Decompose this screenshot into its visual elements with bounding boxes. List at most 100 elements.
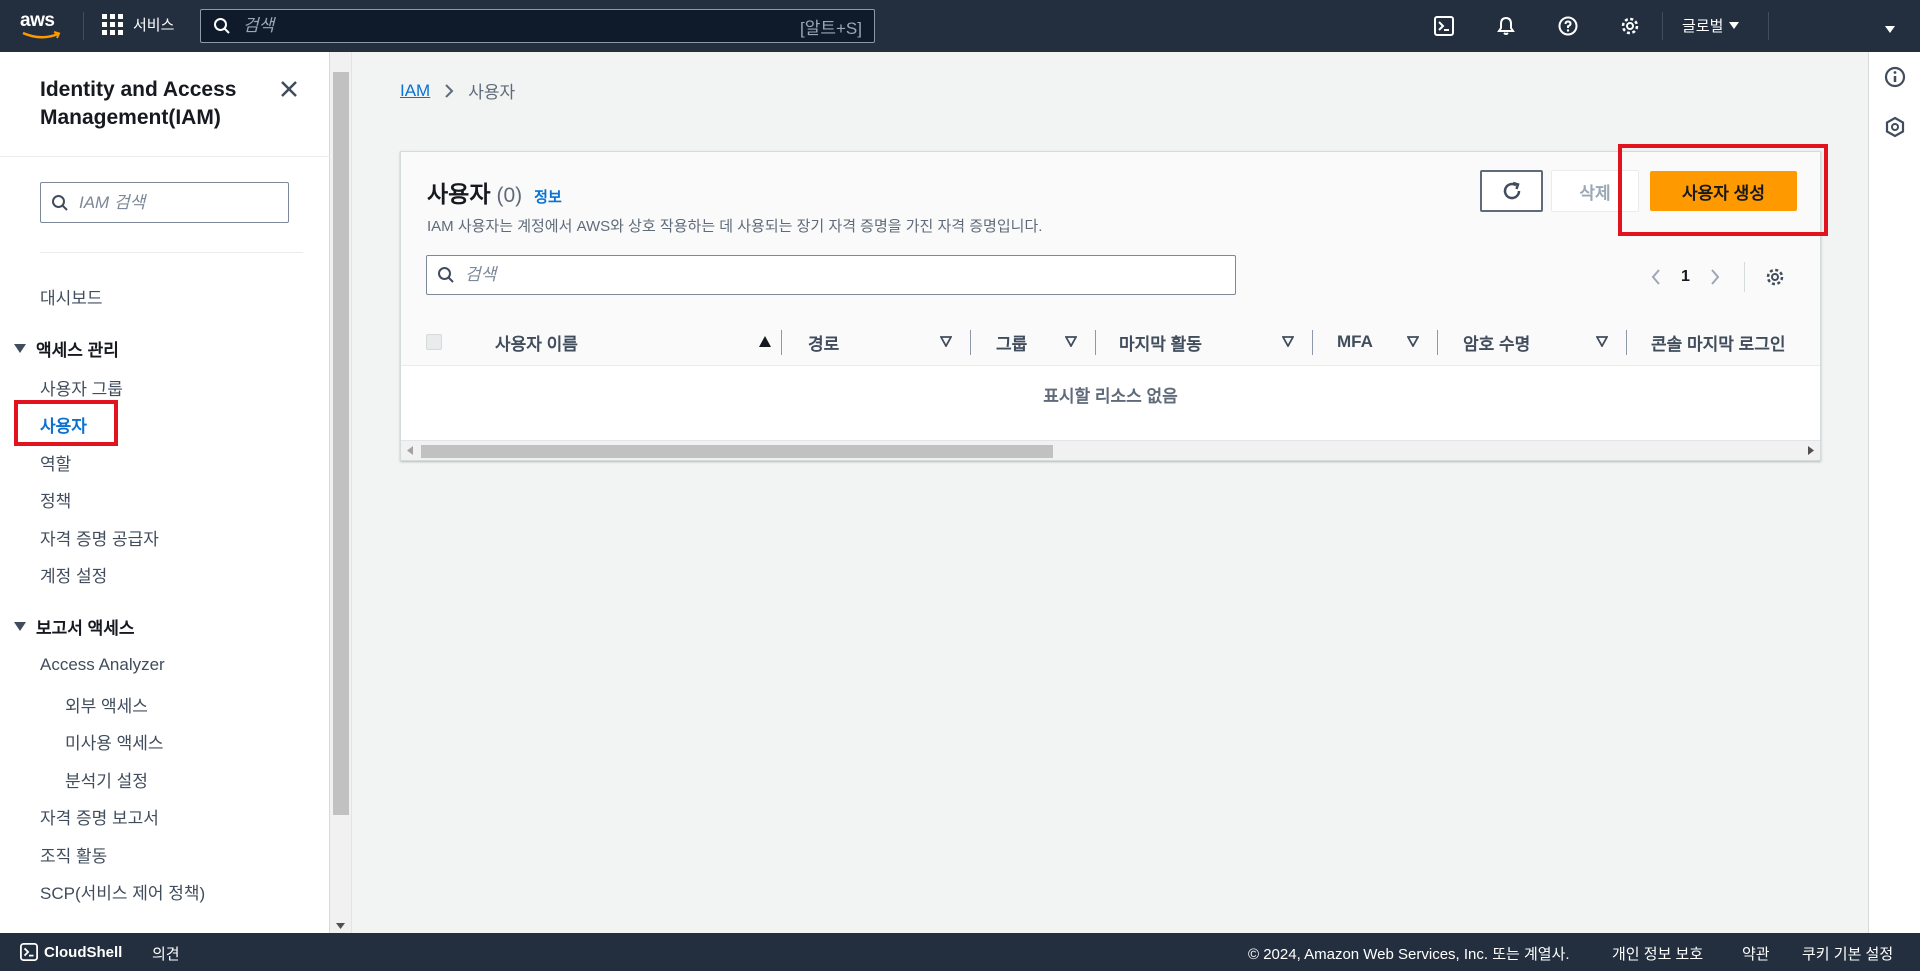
chevron-right-icon: [445, 83, 454, 98]
table-horizontal-scrollbar[interactable]: [401, 440, 1820, 460]
create-user-button[interactable]: 사용자 생성: [1650, 171, 1797, 211]
delete-button[interactable]: 삭제: [1551, 170, 1639, 212]
info-icon[interactable]: [1884, 66, 1906, 88]
grid-icon: [102, 14, 123, 35]
breadcrumb: IAM 사용자: [400, 78, 515, 103]
help-icon[interactable]: [1556, 14, 1580, 38]
sort-icon: [940, 336, 952, 347]
column-mfa[interactable]: MFA: [1313, 318, 1437, 366]
section-access-management[interactable]: 액세스 관리: [14, 336, 119, 361]
chevron-left-icon[interactable]: [1651, 268, 1661, 286]
scrollbar-thumb[interactable]: [421, 445, 1053, 458]
panel-description: IAM 사용자는 계정에서 AWS와 상호 작용하는 데 사용되는 장기 자격 …: [427, 218, 1043, 235]
sidebar-item-policies[interactable]: 정책: [40, 487, 71, 512]
info-link[interactable]: 정보: [534, 186, 562, 207]
cloudshell-icon[interactable]: [1432, 14, 1456, 38]
column-user-name[interactable]: 사용자 이름: [469, 318, 789, 366]
sort-icon: [1282, 336, 1294, 347]
users-search-input[interactable]: [455, 265, 1155, 285]
column-groups[interactable]: 그룹: [971, 318, 1095, 366]
page-title: 사용자 (0) 정보: [427, 181, 562, 207]
side-navigation: Identity and Access Management(IAM) 대시보드…: [0, 52, 330, 933]
sidebar-item-credential-report[interactable]: 자격 증명 보고서: [40, 804, 159, 829]
nav-divider: [83, 12, 84, 40]
sidebar-title[interactable]: Identity and Access Management(IAM): [40, 76, 236, 132]
scrollbar-thumb[interactable]: [333, 72, 349, 815]
bell-icon[interactable]: [1494, 14, 1518, 38]
services-menu-button[interactable]: 서비스: [102, 14, 174, 35]
sidebar-item-users[interactable]: 사용자: [40, 412, 87, 437]
aws-smile-icon: [22, 31, 61, 39]
sidebar-item-analyzer-settings[interactable]: 분석기 설정: [65, 767, 148, 792]
breadcrumb-iam-link[interactable]: IAM: [400, 81, 430, 101]
scroll-right-icon[interactable]: [1808, 446, 1814, 455]
refresh-button[interactable]: [1480, 170, 1543, 212]
divider: [1743, 262, 1745, 292]
cloudshell-icon: [20, 943, 38, 961]
close-icon: [281, 81, 297, 97]
table-settings-gear-icon[interactable]: [1765, 267, 1785, 287]
caret-down-icon: [1729, 22, 1740, 29]
cloudshell-button[interactable]: CloudShell: [20, 943, 122, 961]
sort-icon: [1407, 336, 1419, 347]
caret-down-icon: [1885, 26, 1895, 33]
column-last-activity[interactable]: 마지막 활동: [1096, 318, 1312, 366]
privacy-link[interactable]: 개인 정보 보호: [1612, 943, 1703, 964]
search-icon: [52, 194, 68, 211]
iam-search-input[interactable]: [69, 192, 269, 213]
sidebar-item-access-analyzer[interactable]: Access Analyzer: [40, 655, 165, 675]
aws-logo[interactable]: aws: [20, 11, 64, 41]
users-table-panel: 사용자 (0) 정보 IAM 사용자는 계정에서 AWS와 상호 작용하는 데 …: [400, 151, 1821, 461]
gear-icon[interactable]: [1618, 14, 1642, 38]
table-header: 사용자 이름 경로 그룹 마지막 활동 MFA 암호 수명 콘솔 마지막 로그인: [401, 318, 1820, 366]
breadcrumb-current: 사용자: [468, 83, 516, 102]
sidebar-scrollbar[interactable]: [330, 52, 352, 933]
sidebar-item-unused-access[interactable]: 미사용 액세스: [65, 729, 164, 754]
sidebar-item-roles[interactable]: 역할: [40, 450, 71, 475]
feedback-link[interactable]: 의견: [152, 943, 180, 964]
sort-ascending-icon: [759, 336, 771, 347]
sidebar-item-account-settings[interactable]: 계정 설정: [40, 562, 107, 587]
search-icon: [438, 267, 454, 283]
hexagon-icon[interactable]: [1884, 116, 1906, 138]
section-access-reports[interactable]: 보고서 액세스: [14, 614, 135, 639]
empty-state: 표시할 리소스 없음: [1043, 386, 1178, 406]
column-path[interactable]: 경로: [782, 318, 970, 366]
terms-link[interactable]: 약관: [1742, 943, 1770, 964]
sidebar-item-external-access[interactable]: 외부 액세스: [65, 692, 148, 717]
nav-divider: [1768, 12, 1769, 40]
search-shortcut-hint: [알트+S]: [800, 18, 862, 38]
divider: [40, 252, 303, 253]
account-menu-button[interactable]: [1885, 20, 1895, 38]
column-console-last-sign-in[interactable]: 콘솔 마지막 로그인: [1627, 318, 1821, 366]
scroll-down-icon[interactable]: [336, 923, 345, 929]
sidebar-item-identity-providers[interactable]: 자격 증명 공급자: [40, 525, 159, 550]
select-all-checkbox[interactable]: [426, 334, 442, 350]
sidebar-item-organization-activity[interactable]: 조직 활동: [40, 842, 107, 867]
caret-down-icon: [14, 622, 26, 631]
caret-down-icon: [14, 344, 26, 353]
sidebar-item-user-groups[interactable]: 사용자 그룹: [40, 375, 123, 400]
global-search-input[interactable]: [231, 16, 800, 36]
global-search[interactable]: [알트+S]: [200, 9, 875, 43]
copyright-text: © 2024, Amazon Web Services, Inc. 또는 계열사…: [1248, 946, 1570, 963]
cookie-preferences-link[interactable]: 쿠키 기본 설정: [1802, 943, 1893, 964]
footer: CloudShell 의견 © 2024, Amazon Web Service…: [0, 933, 1920, 971]
search-icon: [214, 18, 230, 34]
divider: [0, 156, 330, 157]
close-sidebar-button[interactable]: [280, 80, 298, 103]
panel-header: 사용자 (0) 정보 IAM 사용자는 계정에서 AWS와 상호 작용하는 데 …: [401, 152, 1820, 318]
nav-divider: [1662, 12, 1663, 40]
region-selector[interactable]: 글로벌: [1682, 15, 1740, 36]
column-password-age[interactable]: 암호 수명: [1438, 318, 1626, 366]
pagination: 1: [1651, 262, 1785, 292]
scroll-left-icon[interactable]: [407, 446, 413, 455]
tools-rail: [1868, 52, 1920, 933]
sidebar-item-scp[interactable]: SCP(서비스 제어 정책): [40, 879, 205, 904]
sort-icon: [1596, 336, 1608, 347]
page-number[interactable]: 1: [1681, 268, 1690, 286]
users-search[interactable]: [426, 255, 1236, 295]
chevron-right-icon[interactable]: [1710, 268, 1720, 286]
iam-search[interactable]: [40, 182, 289, 223]
sidebar-item-dashboard[interactable]: 대시보드: [40, 284, 103, 309]
